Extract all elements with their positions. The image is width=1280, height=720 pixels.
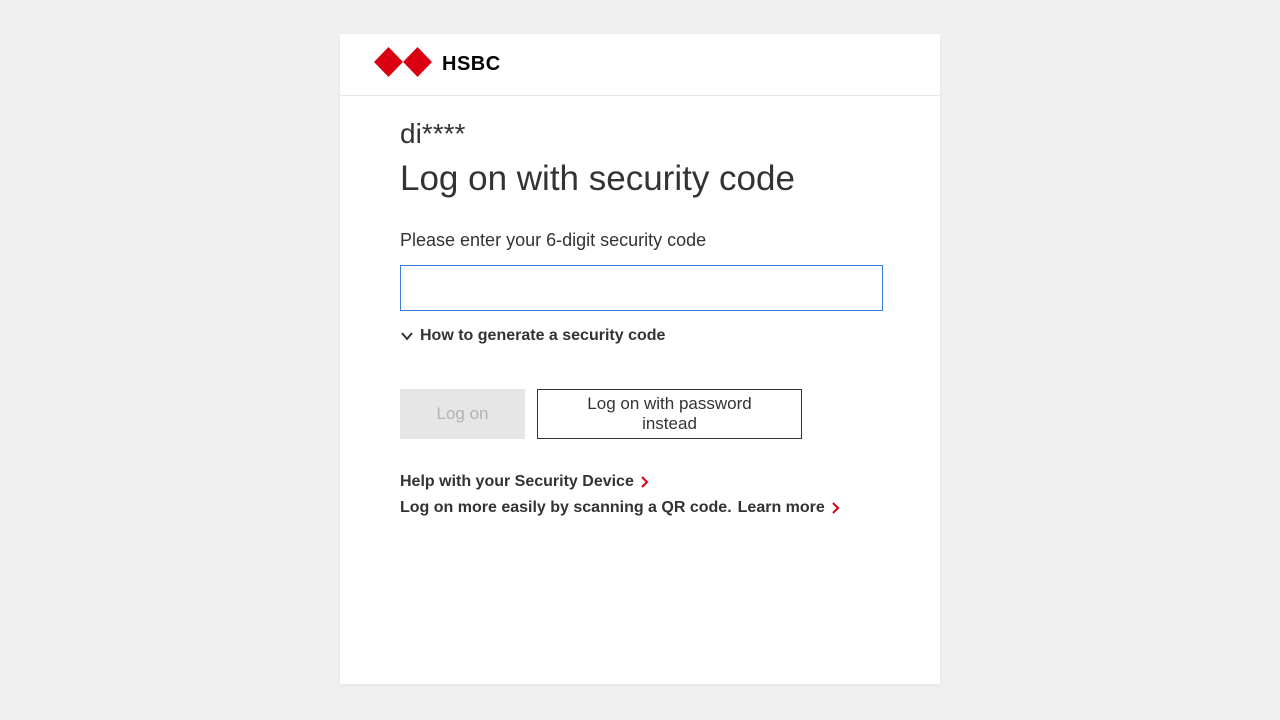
qr-learn-text: Learn more (738, 499, 825, 517)
qr-learn-more-link[interactable]: Log on more easily by scanning a QR code… (400, 499, 882, 517)
content: di**** Log on with security code Please … (340, 96, 940, 517)
brand-logo: HSBC (374, 47, 501, 82)
hsbc-hexagon-icon (374, 47, 432, 82)
chevron-right-icon (640, 476, 650, 488)
how-to-generate-expander[interactable]: How to generate a security code (400, 327, 882, 345)
security-code-input[interactable] (400, 265, 883, 311)
expander-label: How to generate a security code (420, 327, 665, 345)
chevron-down-icon (400, 329, 414, 343)
header: HSBC (340, 34, 940, 96)
qr-lead-text: Log on more easily by scanning a QR code… (400, 499, 732, 517)
code-prompt: Please enter your 6-digit security code (400, 230, 882, 251)
brand-name: HSBC (442, 53, 501, 76)
help-device-text: Help with your Security Device (400, 473, 634, 491)
masked-username: di**** (400, 118, 882, 150)
login-card: HSBC di**** Log on with security code Pl… (340, 34, 940, 684)
logon-password-button[interactable]: Log on with password instead (537, 389, 802, 439)
button-row: Log on Log on with password instead (400, 389, 882, 439)
help-device-link[interactable]: Help with your Security Device (400, 473, 882, 491)
chevron-right-icon (831, 502, 841, 514)
page-title: Log on with security code (400, 158, 882, 200)
logon-button[interactable]: Log on (400, 389, 525, 439)
